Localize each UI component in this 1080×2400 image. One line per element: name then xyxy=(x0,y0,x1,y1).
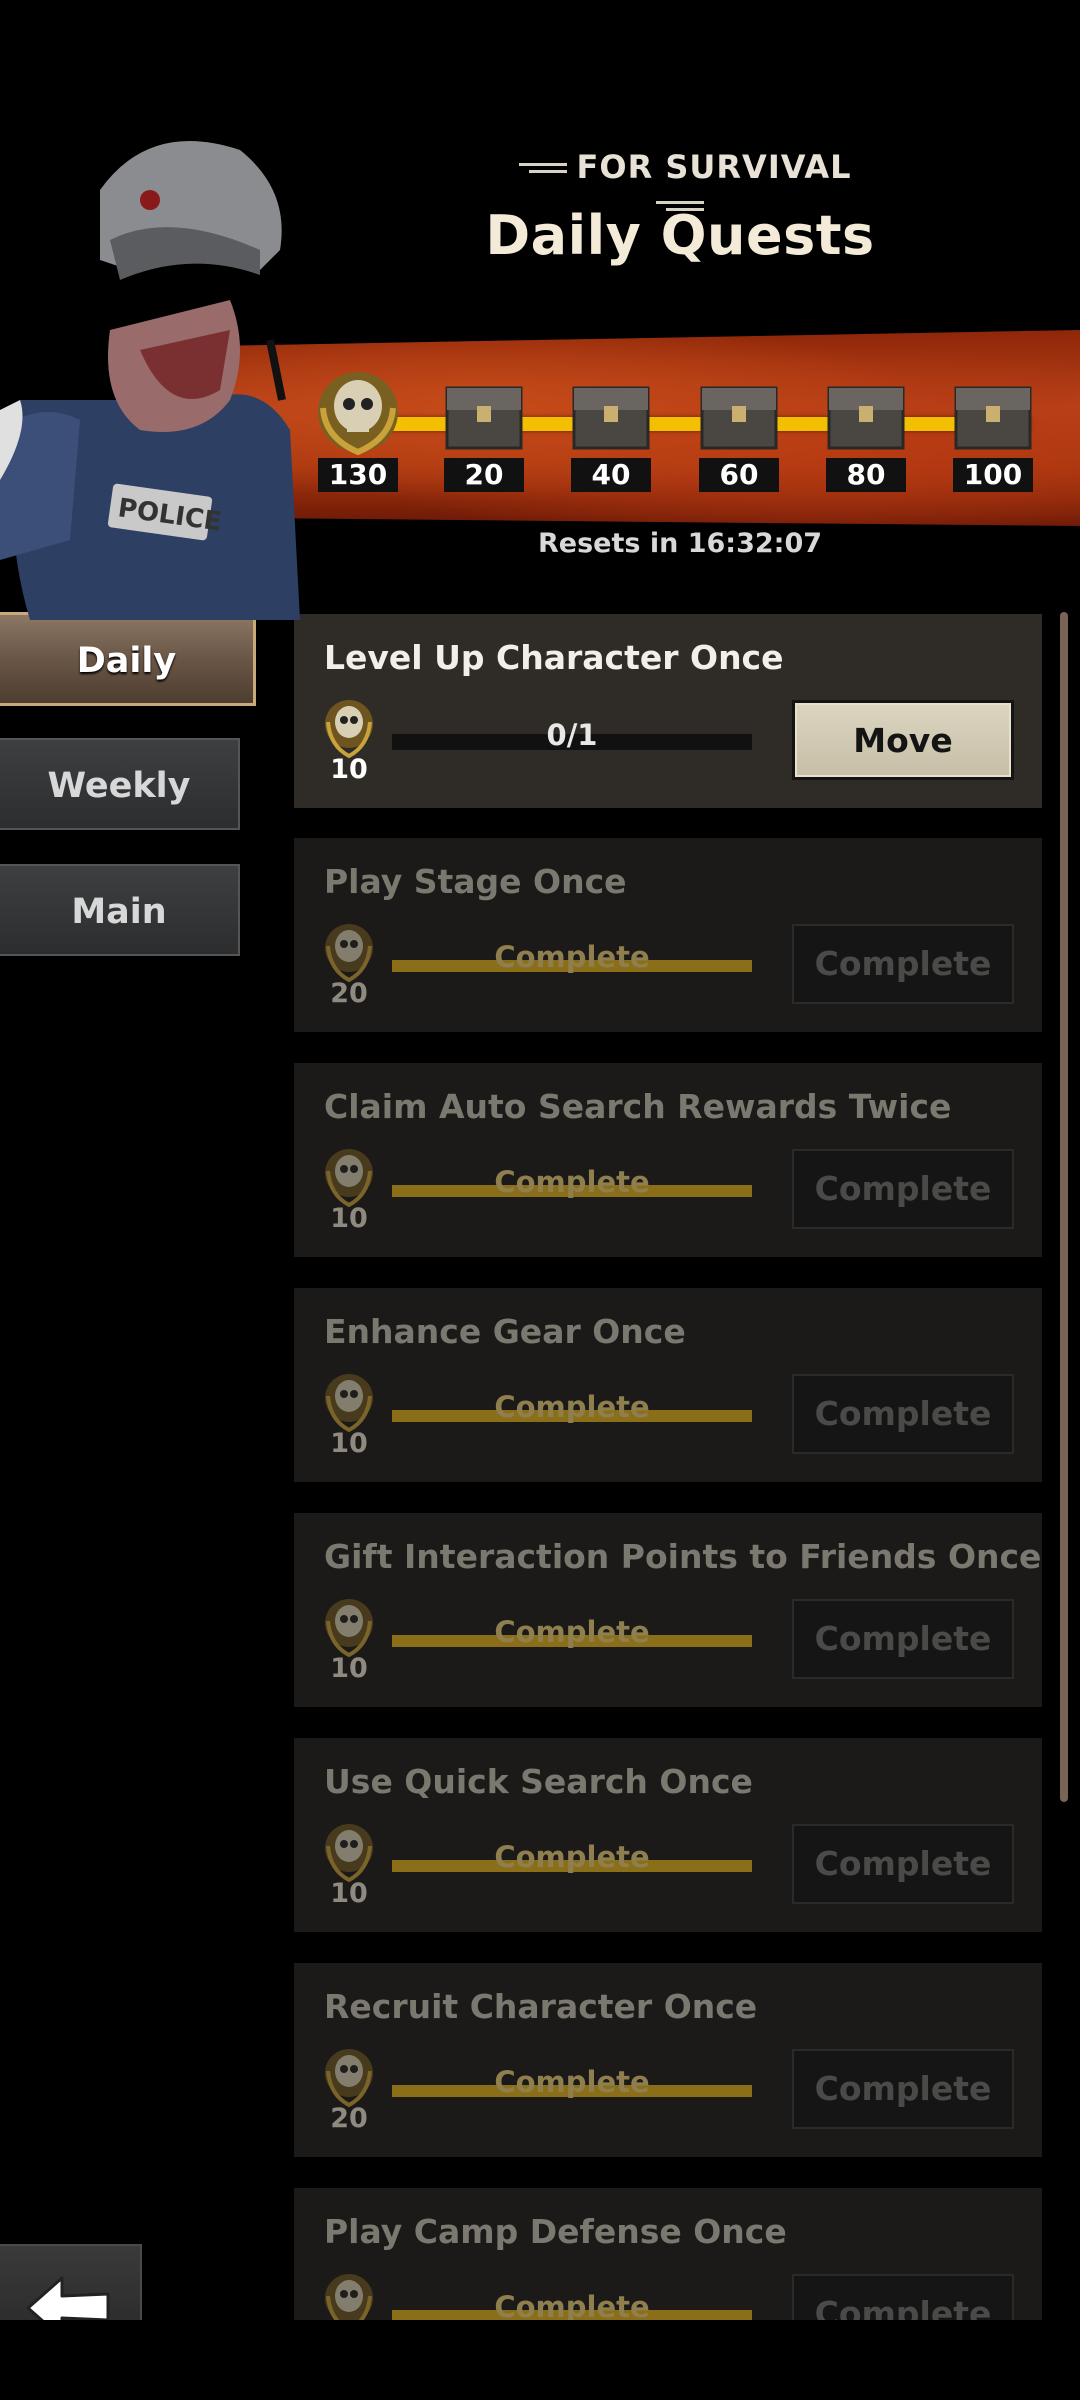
bottom-mask xyxy=(0,2320,1080,2400)
move-button[interactable]: Move xyxy=(792,700,1014,780)
quest-progress-text: Complete xyxy=(494,1840,650,1874)
reward-track xyxy=(330,417,1030,431)
page-title: Daily Quests xyxy=(485,204,875,267)
skull-medal-icon xyxy=(325,1149,373,1208)
zombie-police-character-art: POLICE xyxy=(0,141,300,620)
reset-timer: Resets in 16:32:07 xyxy=(537,528,823,559)
skull-medal-icon xyxy=(325,2274,373,2324)
chest-icon xyxy=(445,386,523,450)
quest-list[interactable]: Level Up Character Once 10 0/1 Move Play… xyxy=(294,614,1042,2324)
quest-row: Play Stage Once 20 Complete Complete xyxy=(294,838,1042,1032)
quest-progress-text: Complete xyxy=(494,1390,650,1424)
reward-chest-2[interactable]: 40 xyxy=(563,368,659,492)
quest-points: 20 xyxy=(330,2103,368,2134)
quest-progress-text: 0/1 xyxy=(546,718,598,752)
quest-row: Gift Interaction Points to Friends Once … xyxy=(294,1513,1042,1707)
tab-main[interactable]: Main xyxy=(0,864,240,956)
quest-points: 20 xyxy=(330,978,368,1009)
quest-title: Claim Auto Search Rewards Twice xyxy=(324,1087,952,1126)
quest-progress-text: Complete xyxy=(494,2065,650,2099)
quest-points: 10 xyxy=(330,754,368,785)
complete-button[interactable]: Complete xyxy=(792,1374,1014,1454)
complete-button[interactable]: Complete xyxy=(792,924,1014,1004)
quest-title: Play Camp Defense Once xyxy=(324,2212,787,2251)
chest-icon xyxy=(954,386,1032,450)
complete-button[interactable]: Complete xyxy=(792,1824,1014,1904)
reward-chest-4[interactable]: 80 xyxy=(818,368,914,492)
quest-points: 10 xyxy=(330,1203,368,1234)
reward-value: 100 xyxy=(953,458,1033,492)
reward-chest-3[interactable]: 60 xyxy=(691,368,787,492)
skull-medal-icon xyxy=(325,1824,373,1883)
complete-button[interactable]: Complete xyxy=(792,1149,1014,1229)
tab-weekly[interactable]: Weekly xyxy=(0,738,240,830)
quest-row: Level Up Character Once 10 0/1 Move xyxy=(294,614,1042,808)
quest-progress-text: Complete xyxy=(494,940,650,974)
quest-points: 10 xyxy=(330,1653,368,1684)
header: POLICE FOR SURVIVAL Daily Quests 130 20 xyxy=(0,0,1080,620)
reward-value: 130 xyxy=(318,458,398,492)
quest-points: 10 xyxy=(330,1428,368,1459)
dash-ornament-left xyxy=(518,162,567,176)
quest-title: Enhance Gear Once xyxy=(324,1312,686,1351)
quest-row: Play Camp Defense Once Complete Complete xyxy=(294,2188,1042,2324)
subtitle-text: FOR SURVIVAL xyxy=(576,148,852,186)
skull-medal-icon xyxy=(325,1374,373,1433)
quest-row: Enhance Gear Once 10 Complete Complete xyxy=(294,1288,1042,1482)
quest-title: Level Up Character Once xyxy=(324,638,784,677)
quest-row: Claim Auto Search Rewards Twice 10 Compl… xyxy=(294,1063,1042,1257)
quest-title: Gift Interaction Points to Friends Once xyxy=(324,1537,1042,1576)
chest-icon xyxy=(572,386,650,450)
quest-progress-text: Complete xyxy=(494,1615,650,1649)
reward-value: 20 xyxy=(444,458,524,492)
reward-value: 80 xyxy=(826,458,906,492)
skull-medal-icon xyxy=(325,924,373,983)
quest-title: Use Quick Search Once xyxy=(324,1762,753,1801)
quest-title: Play Stage Once xyxy=(324,862,627,901)
complete-button[interactable]: Complete xyxy=(792,2049,1014,2129)
quest-progress-text: Complete xyxy=(494,1165,650,1199)
skull-medal-icon xyxy=(325,2049,373,2108)
quest-row: Use Quick Search Once 10 Complete Comple… xyxy=(294,1738,1042,1932)
complete-button[interactable]: Complete xyxy=(792,1599,1014,1679)
reward-value: 60 xyxy=(699,458,779,492)
skull-medal-icon xyxy=(325,1599,373,1658)
tab-daily[interactable]: Daily xyxy=(0,612,256,706)
reward-chest-5[interactable]: 100 xyxy=(945,368,1041,492)
quest-points: 10 xyxy=(330,1878,368,1909)
quest-list-scrollbar[interactable] xyxy=(1060,612,1068,1802)
reward-value: 40 xyxy=(571,458,651,492)
quest-title: Recruit Character Once xyxy=(324,1987,758,2026)
reward-chest-1[interactable]: 20 xyxy=(436,368,532,492)
quest-progress-text: Complete xyxy=(494,2290,650,2324)
skull-medal-icon xyxy=(325,700,373,759)
reward-milestone-points: 130 xyxy=(310,368,406,492)
chest-icon xyxy=(700,386,778,450)
chest-icon xyxy=(827,386,905,450)
quest-row: Recruit Character Once 20 Complete Compl… xyxy=(294,1963,1042,2157)
complete-button[interactable]: Complete xyxy=(792,2274,1014,2324)
skull-medal-icon xyxy=(318,372,398,456)
